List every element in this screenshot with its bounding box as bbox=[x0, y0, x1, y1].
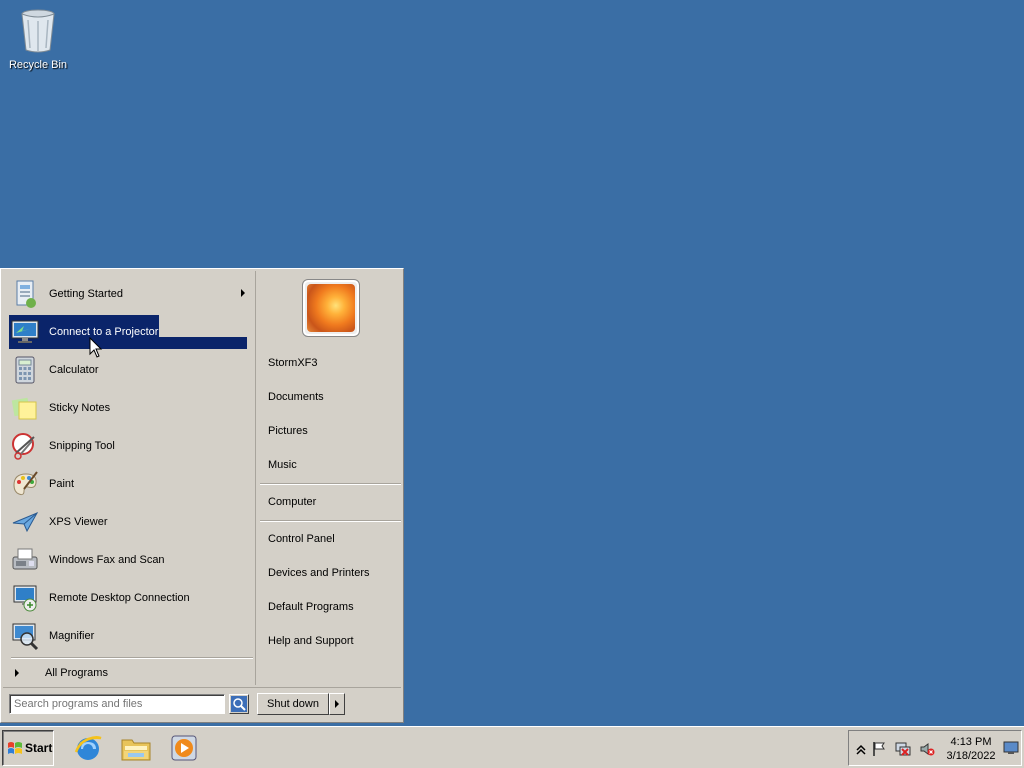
right-pane-separator bbox=[260, 483, 401, 485]
program-label: Getting Started bbox=[49, 288, 123, 300]
media-player-icon[interactable] bbox=[168, 732, 200, 764]
program-label: Connect to a Projector bbox=[49, 326, 159, 338]
fax-scan-icon bbox=[9, 544, 41, 576]
program-list: Getting Started Connect to a Projector C… bbox=[3, 271, 253, 685]
show-desktop-icon[interactable] bbox=[1003, 741, 1019, 755]
program-label: Snipping Tool bbox=[49, 440, 115, 452]
start-menu: Getting Started Connect to a Projector C… bbox=[0, 268, 404, 723]
magnifier-icon bbox=[9, 620, 41, 652]
recycle-bin[interactable]: Recycle Bin bbox=[4, 6, 72, 71]
program-remote-desktop[interactable]: Remote Desktop Connection bbox=[9, 581, 249, 615]
program-label: Windows Fax and Scan bbox=[49, 554, 165, 566]
remote-desktop-icon bbox=[9, 582, 41, 614]
right-item-devices-printers[interactable]: Devices and Printers bbox=[268, 567, 370, 579]
program-list-separator bbox=[11, 657, 253, 659]
right-item-control-panel[interactable]: Control Panel bbox=[268, 533, 335, 545]
all-programs-label: All Programs bbox=[45, 667, 108, 679]
expand-arrow-icon bbox=[15, 669, 19, 677]
calculator-icon bbox=[9, 354, 41, 386]
right-item-default-programs[interactable]: Default Programs bbox=[268, 601, 354, 613]
clock-date: 3/18/2022 bbox=[946, 750, 996, 762]
program-calculator[interactable]: Calculator bbox=[9, 353, 249, 387]
windows-logo-icon bbox=[8, 742, 22, 754]
program-snipping-tool[interactable]: Snipping Tool bbox=[9, 429, 249, 463]
program-label: Calculator bbox=[49, 364, 99, 376]
right-item-help-support[interactable]: Help and Support bbox=[268, 635, 354, 647]
recycle-bin-icon bbox=[21, 9, 55, 53]
shutdown-button[interactable]: Shut down bbox=[257, 693, 329, 715]
start-menu-bottom-bar: Shut down bbox=[3, 687, 401, 721]
submenu-arrow-icon bbox=[241, 289, 245, 297]
start-label: Start bbox=[25, 741, 53, 755]
shutdown-options-button[interactable] bbox=[329, 693, 345, 715]
clock-time: 4:13 PM bbox=[950, 736, 992, 748]
program-label: Magnifier bbox=[49, 630, 95, 642]
program-getting-started[interactable]: Getting Started bbox=[9, 277, 249, 311]
network-icon[interactable] bbox=[895, 741, 911, 757]
program-xps-viewer[interactable]: XPS Viewer bbox=[9, 505, 249, 539]
program-label: XPS Viewer bbox=[49, 516, 108, 528]
sticky-notes-icon bbox=[9, 392, 41, 424]
flower-avatar-icon bbox=[307, 284, 355, 332]
search-input[interactable] bbox=[9, 694, 225, 714]
action-center-flag-icon[interactable] bbox=[871, 741, 887, 757]
chevron-right-icon bbox=[335, 700, 339, 708]
right-item-music[interactable]: Music bbox=[268, 459, 297, 471]
paint-icon bbox=[9, 468, 41, 500]
windows-explorer-icon[interactable] bbox=[120, 732, 152, 764]
right-item-computer[interactable]: Computer bbox=[268, 496, 316, 508]
getting-started-icon bbox=[9, 278, 41, 310]
recycle-bin-label: Recycle Bin bbox=[8, 59, 68, 71]
right-item-pictures[interactable]: Pictures bbox=[268, 425, 308, 437]
start-menu-right-pane: StormXF3 Documents Pictures Music Comput… bbox=[255, 271, 403, 685]
program-paint[interactable]: Paint bbox=[9, 467, 249, 501]
notification-area: 4:13 PM 3/18/2022 bbox=[848, 730, 1022, 766]
snipping-tool-icon bbox=[9, 430, 41, 462]
internet-explorer-icon[interactable] bbox=[72, 732, 104, 764]
right-item-documents[interactable]: Documents bbox=[268, 391, 324, 403]
user-picture[interactable] bbox=[302, 279, 360, 337]
program-label: Paint bbox=[49, 478, 75, 490]
right-item-user-folder[interactable]: StormXF3 bbox=[268, 357, 318, 369]
search-icon bbox=[231, 696, 247, 712]
program-label: Remote Desktop Connection bbox=[49, 592, 190, 604]
program-magnifier[interactable]: Magnifier bbox=[9, 619, 249, 653]
taskbar: Start 4:13 PM 3/18/2022 bbox=[0, 726, 1024, 768]
program-sticky-notes[interactable]: Sticky Notes bbox=[9, 391, 249, 425]
program-fax-scan[interactable]: Windows Fax and Scan bbox=[9, 543, 249, 577]
right-pane-separator bbox=[260, 520, 401, 522]
program-label: Sticky Notes bbox=[49, 402, 111, 414]
all-programs[interactable]: All Programs bbox=[11, 665, 251, 681]
clock[interactable]: 4:13 PM 3/18/2022 bbox=[943, 735, 999, 763]
projector-icon bbox=[9, 316, 41, 348]
volume-muted-icon[interactable] bbox=[919, 741, 935, 757]
search-button[interactable] bbox=[229, 694, 249, 714]
xps-viewer-icon bbox=[9, 506, 41, 538]
start-button[interactable]: Start bbox=[2, 730, 54, 766]
show-hidden-icons-icon[interactable] bbox=[853, 741, 869, 757]
program-connect-projector[interactable]: Connect to a Projector bbox=[9, 315, 249, 349]
